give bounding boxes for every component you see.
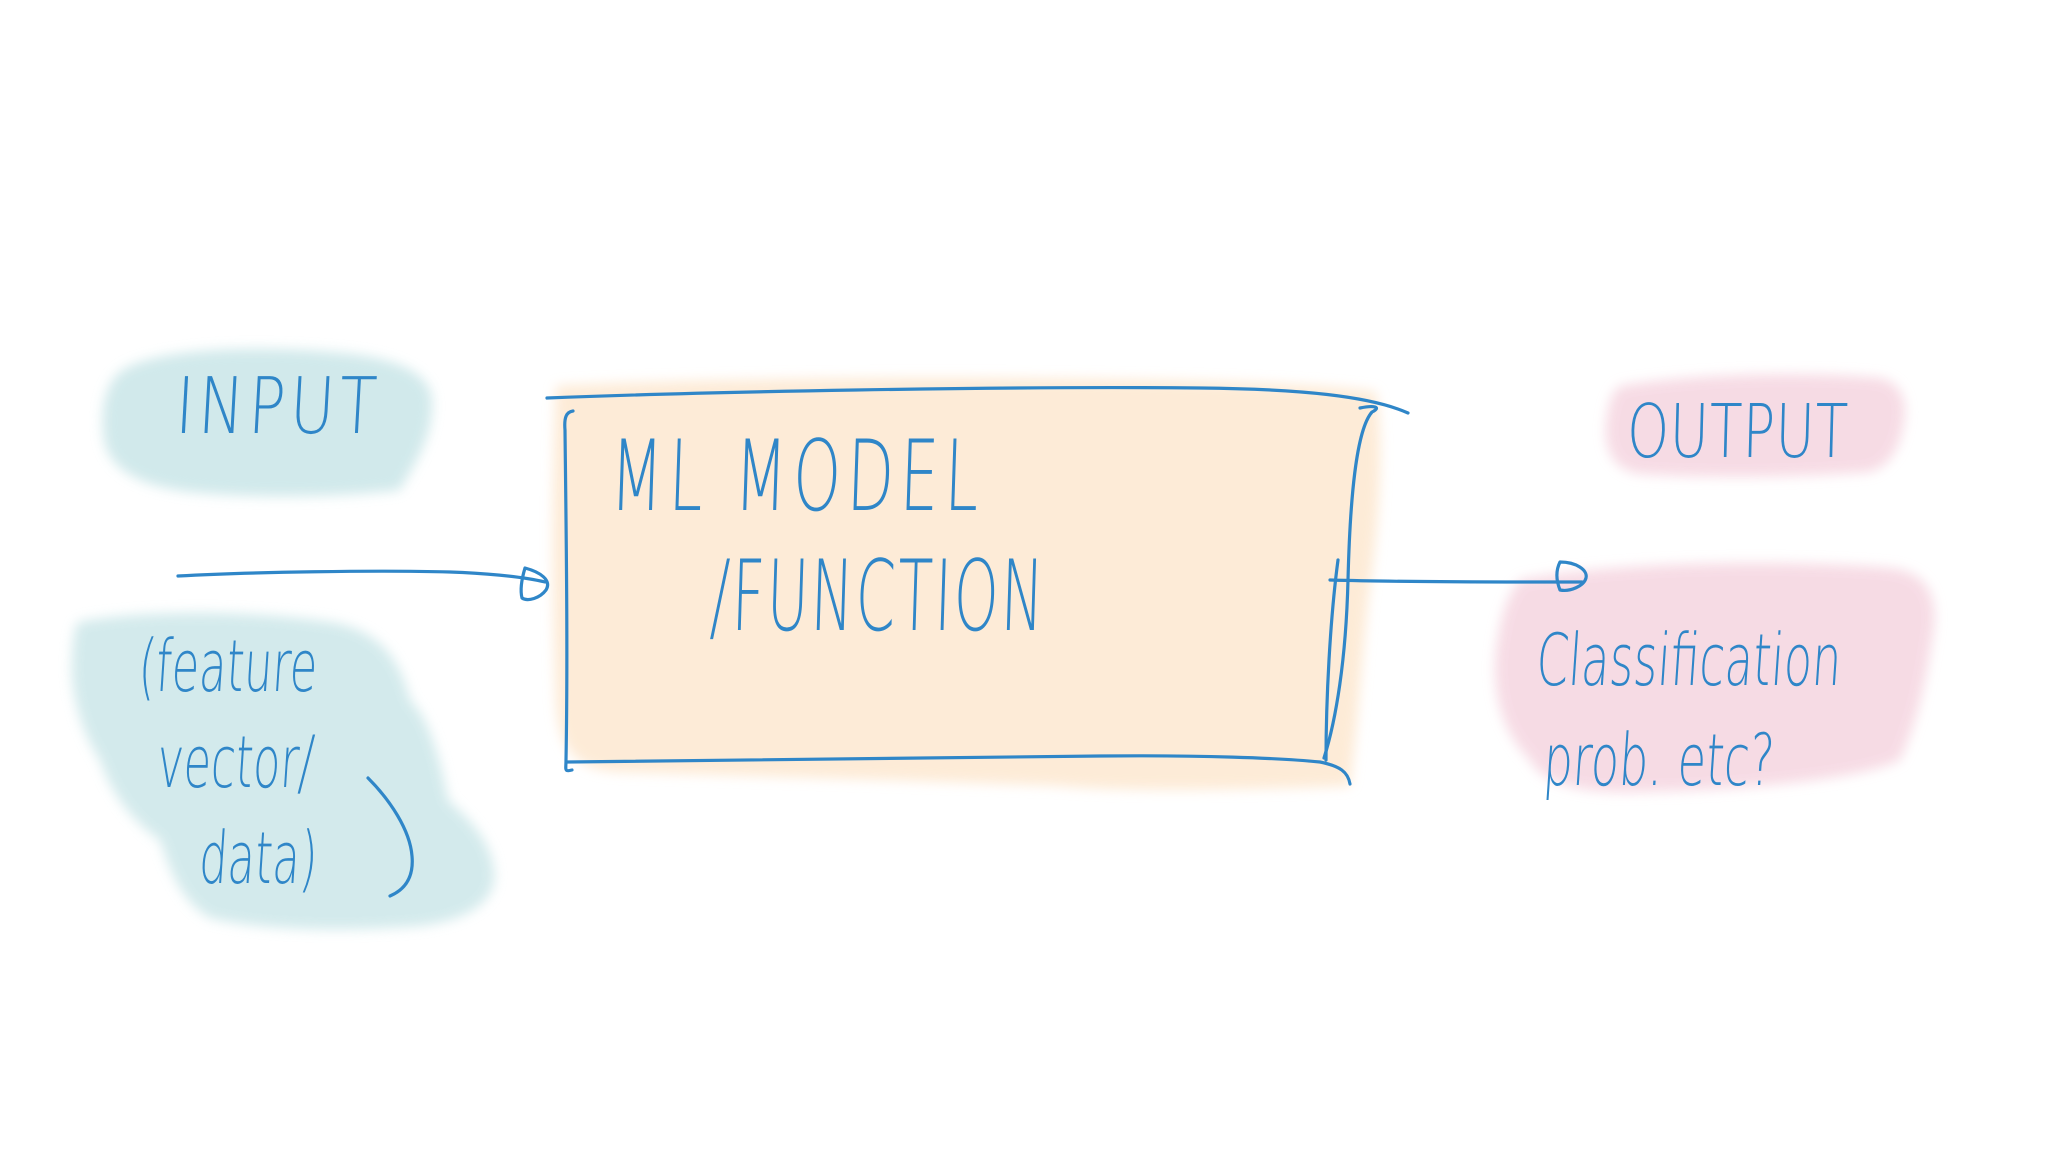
input-detail-line-1: (feature xyxy=(136,624,321,708)
model-box-left-edge xyxy=(563,409,575,773)
input-detail: (feature vector/ data) xyxy=(123,618,333,906)
diagram-canvas: INPUT (feature vector/ data) ML MODEL /F… xyxy=(0,0,2046,1151)
model-box-bottom-edge xyxy=(565,754,1352,786)
output-detail: Classification prob. etc? xyxy=(1527,610,1845,810)
output-title: OUTPUT xyxy=(1625,389,1850,475)
input-detail-closing-bracket xyxy=(366,776,414,898)
output-arrow-line xyxy=(1328,578,1584,584)
output-detail-line-1: Classification xyxy=(1533,618,1845,702)
input-detail-line-2: vector/ xyxy=(154,720,317,804)
model-title: ML MODEL xyxy=(608,420,987,534)
output-arrow-head xyxy=(1555,560,1588,592)
output-detail-line-2: prob. etc? xyxy=(1541,718,1777,802)
input-arrow-head xyxy=(519,566,550,602)
model-subtitle: /FUNCTION xyxy=(708,540,1048,654)
input-arrow-line xyxy=(176,569,547,584)
input-detail-line-3: data) xyxy=(196,816,321,900)
input-title: INPUT xyxy=(173,362,384,452)
model-box-top-edge xyxy=(545,386,1410,415)
